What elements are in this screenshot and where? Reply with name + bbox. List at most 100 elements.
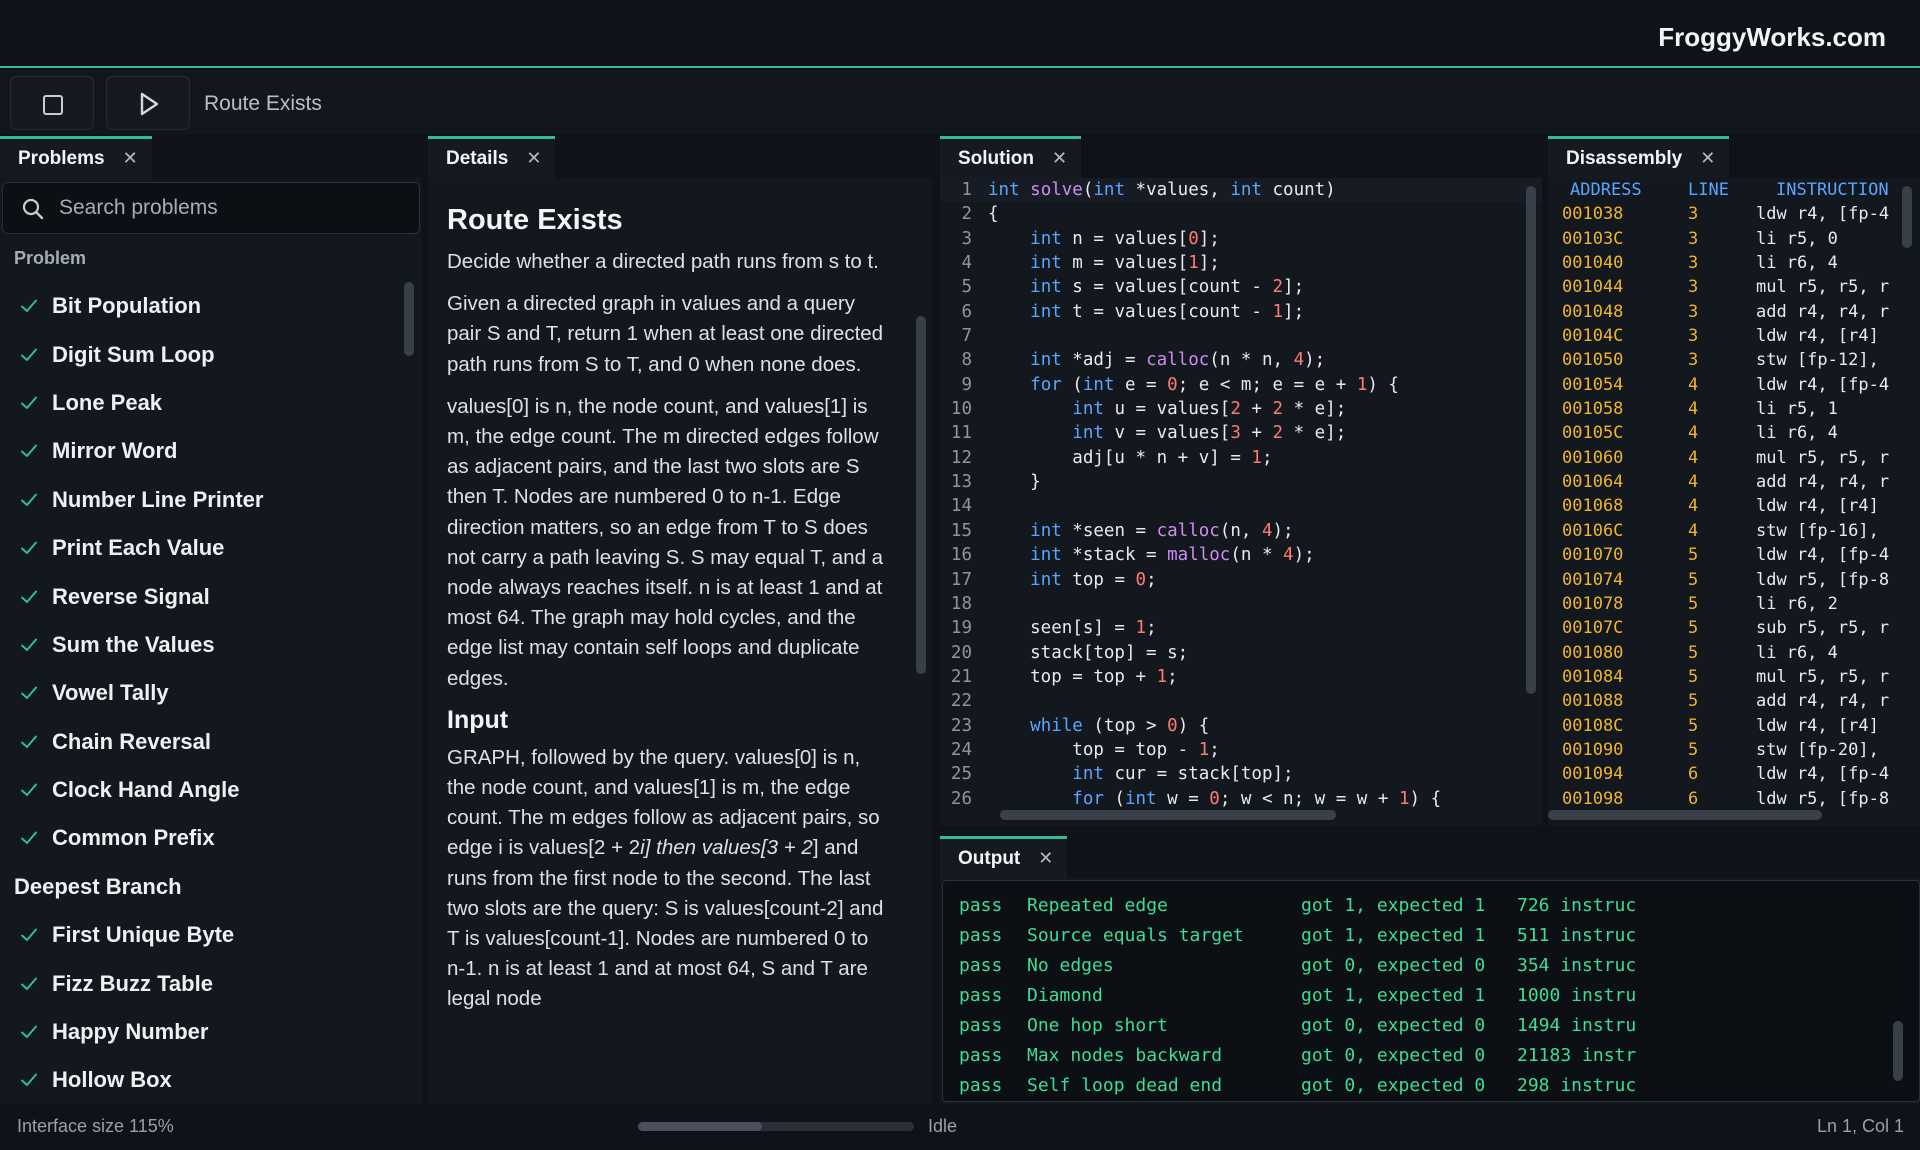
code-token: int [1072,399,1104,420]
disassembly-row[interactable]: 001040 3 li r6, 4 [1548,251,1910,275]
close-icon[interactable]: ✕ [1038,848,1053,869]
test-status: pass [959,985,1003,1006]
disassembly-row[interactable]: 00106C 4 stw [fp-16], [1548,519,1910,543]
problem-item[interactable]: Deepest Branch [0,863,400,911]
details-scrollbar[interactable] [916,316,926,674]
code-token: ]; [1283,301,1305,322]
code-token: 3 [1230,423,1241,444]
search-input[interactable] [59,191,399,225]
close-icon[interactable]: ✕ [1700,148,1715,169]
disassembly-row[interactable]: 001070 5 ldw r4, [fp-4 [1548,543,1910,567]
close-icon[interactable]: ✕ [123,148,138,169]
disassembly-row[interactable]: 001090 5 stw [fp-20], [1548,738,1910,762]
instruction-header: INSTRUCTION [1776,180,1889,200]
tab-details[interactable]: Details ✕ [428,136,556,178]
toolbar: Route Exists [0,70,1920,134]
problem-item[interactable]: Print Each Value [0,524,400,572]
instruction-cell: mul r5, r5, r [1756,447,1890,468]
disassembly-row[interactable]: 001048 3 add r4, r4, r [1548,300,1910,324]
output-rows: pass Repeated edge got 1, expected 1 726 in… [943,891,1919,1101]
problem-item[interactable]: Happy Number [0,1008,400,1056]
close-icon[interactable]: ✕ [526,148,541,169]
disassembly-row[interactable]: 00104C 3 ldw r4, [r4] [1548,324,1910,348]
disassembly-row[interactable]: 00107C 5 sub r5, r5, r [1548,616,1910,640]
disassembly-row[interactable]: 001068 4 ldw r4, [r4] [1548,494,1910,518]
test-result-row: pass One hop short got 0, expected 0 1494 i… [943,1011,1919,1041]
output-scrollbar[interactable] [1893,1021,1903,1081]
problem-item[interactable]: Common Prefix [0,814,400,862]
code-text: int solve(int *values, int count) [988,178,1336,202]
details-title: Route Exists [447,204,623,236]
disassembly-row[interactable]: 001054 4 ldw r4, [fp-4 [1548,373,1910,397]
line-number: 8 [961,350,972,371]
code-line: 17 int top = 0; [940,568,1542,592]
input-heading: Input [447,705,509,734]
checkmark-icon [21,396,37,409]
run-button[interactable] [106,76,190,130]
disassembly-row[interactable]: 00108C 5 ldw r4, [r4] [1548,714,1910,738]
line-cell: 5 [1688,569,1699,590]
disassembly-row[interactable]: 001094 6 ldw r4, [fp-4 [1548,762,1910,786]
problem-item[interactable]: Number Line Printer [0,476,400,524]
code-line: 4 int m = values[1]; [940,251,1542,275]
line-cell: 5 [1688,618,1699,639]
disassembly-row[interactable]: 001058 4 li r5, 1 [1548,397,1910,421]
problem-item[interactable]: Hollow Box [0,1056,400,1104]
code-token: *seen = [1061,520,1157,541]
disassembly-row[interactable]: 001044 3 mul r5, r5, r [1548,275,1910,299]
disassembly-row[interactable]: 001060 4 mul r5, r5, r [1548,446,1910,470]
address-cell: 001040 [1562,253,1624,274]
disassembly-row[interactable]: 001050 3 stw [fp-12], [1548,348,1910,372]
code-text: int u = values[2 + 2 * e]; [988,397,1346,421]
problem-item[interactable]: First Unique Byte [0,911,400,959]
tab-disassembly[interactable]: Disassembly ✕ [1548,136,1730,178]
problem-item[interactable]: Reverse Signal [0,572,400,620]
disassembly-row[interactable]: 00105C 4 li r6, 4 [1548,421,1910,445]
disassembly-row[interactable]: 001078 5 li r6, 2 [1548,592,1910,616]
code-token: e = [1114,374,1168,395]
disassembly-row[interactable]: 001084 5 mul r5, r5, r [1548,665,1910,689]
problem-item[interactable]: Fizz Buzz Table [0,959,400,1007]
problems-scrollbar[interactable] [404,282,414,356]
code-horizontal-scrollbar[interactable] [1000,810,1336,820]
code-token: ( [1082,180,1094,200]
problem-item[interactable]: Clock Hand Angle [0,766,400,814]
close-icon[interactable]: ✕ [1052,148,1067,169]
instruction-cell: sub r5, r5, r [1756,618,1890,639]
disassembly-horizontal-scrollbar[interactable] [1548,810,1822,820]
code-token: int [1030,277,1062,298]
test-result: got 1, expected 1 [1301,985,1486,1006]
tab-problems[interactable]: Problems ✕ [0,136,152,178]
stop-button[interactable] [10,76,94,130]
problem-item[interactable]: Sum the Values [0,621,400,669]
disassembly-row[interactable]: 001074 5 ldw r5, [fp-8 [1548,568,1910,592]
problem-item[interactable]: Bit Population [0,282,400,330]
disassembly-row[interactable]: 001064 4 add r4, r4, r [1548,470,1910,494]
line-number: 16 [950,545,972,566]
disassembly-row[interactable]: 001080 5 li r6, 4 [1548,641,1910,665]
problem-item[interactable]: Chain Reversal [0,718,400,766]
test-name: Repeated edge [1027,895,1168,916]
problem-item[interactable]: Vowel Tally [0,669,400,717]
code-vertical-scrollbar[interactable] [1526,186,1536,694]
disassembly-row[interactable]: 001088 5 add r4, r4, r [1548,689,1910,713]
problem-item[interactable]: Lone Peak [0,379,400,427]
disassembly-vertical-scrollbar[interactable] [1902,186,1912,248]
line-number: 21 [950,666,972,687]
disassembly-row[interactable]: 001038 3 ldw r4, [fp-4 [1548,202,1910,226]
disassembly-row[interactable]: 001098 6 ldw r5, [fp-8 [1548,787,1910,811]
test-result: got 0, expected 0 [1301,1015,1486,1036]
code-text: top = top + 1; [988,665,1178,689]
line-cell: 4 [1688,472,1699,493]
code-line: 16 int *stack = malloc(n * 4); [940,543,1542,567]
address-cell: 001058 [1562,399,1624,420]
code-editor[interactable]: 1 int solve(int *values, int count) 2{3 in… [940,178,1542,814]
code-text: int top = 0; [988,568,1156,592]
problem-item[interactable]: Mirror Word [0,427,400,475]
code-token: ; [1209,739,1220,760]
tab-solution[interactable]: Solution ✕ [940,136,1082,178]
tab-output[interactable]: Output ✕ [940,836,1068,878]
disassembly-row[interactable]: 00103C 3 li r5, 0 [1548,227,1910,251]
problem-item[interactable]: Digit Sum Loop [0,330,400,378]
